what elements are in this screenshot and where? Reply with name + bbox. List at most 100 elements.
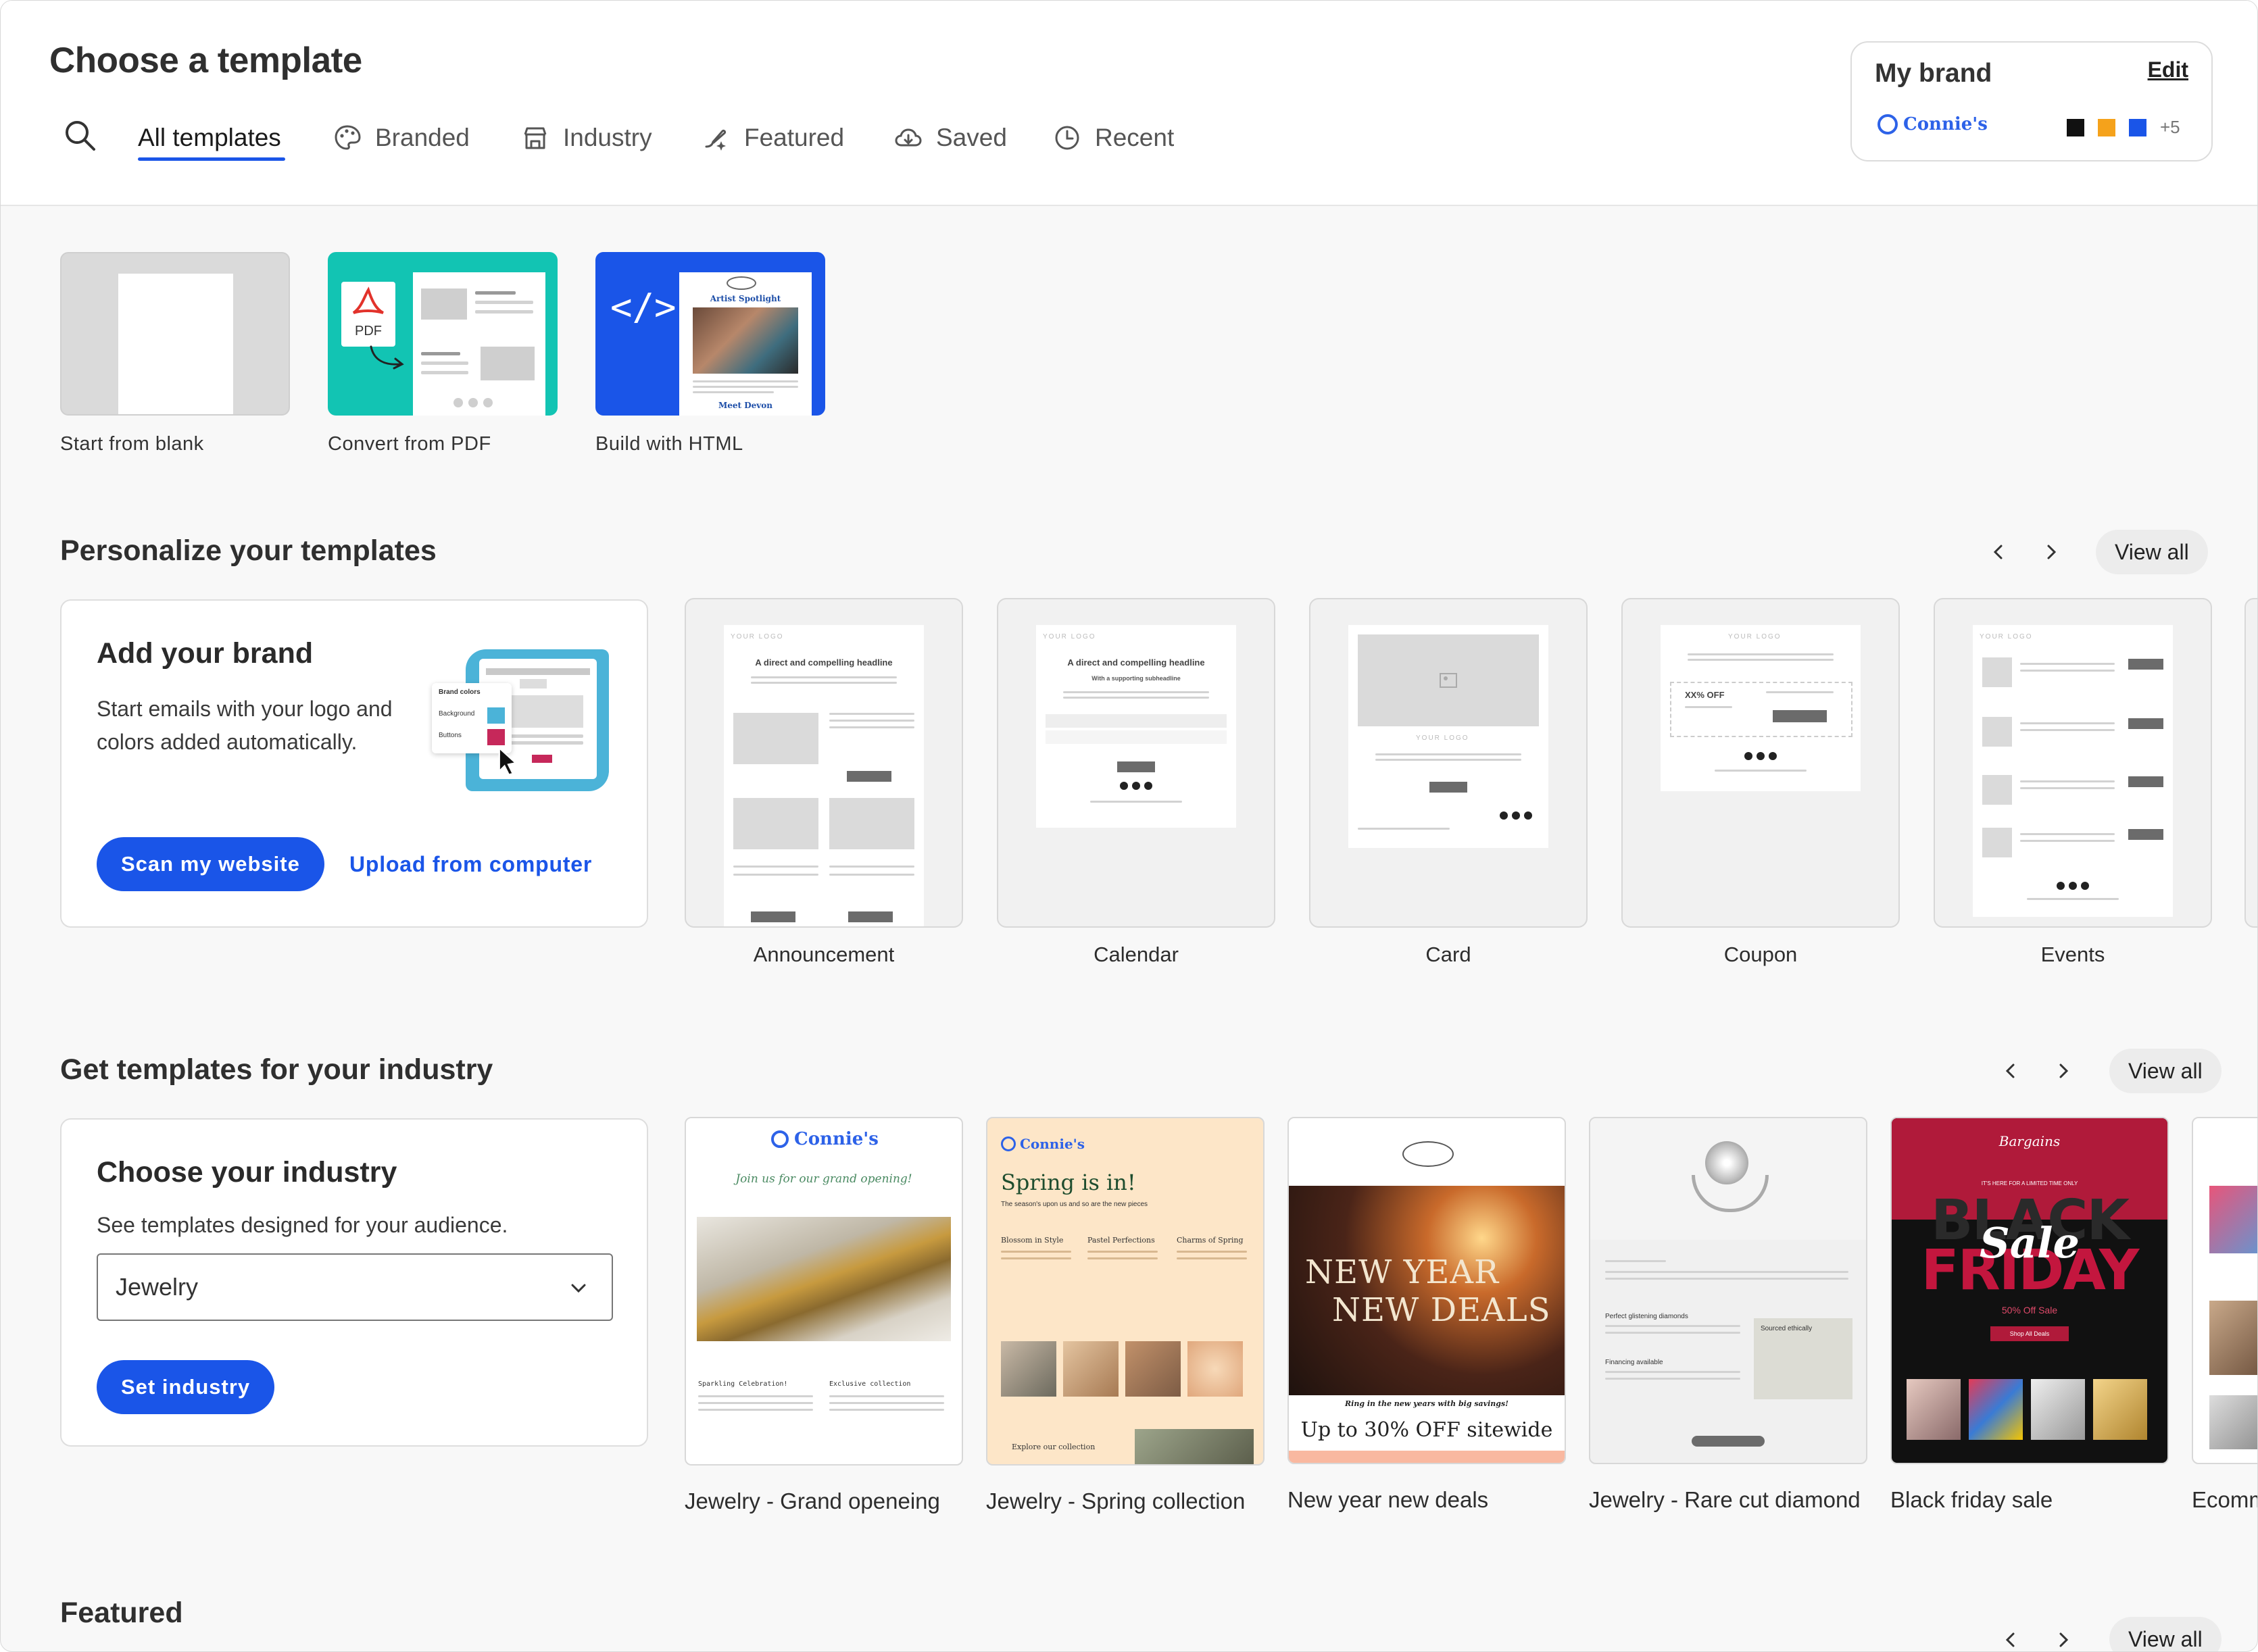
template-thumbnail (2192, 1117, 2257, 1464)
template-headline: A direct and compelling headline (1067, 657, 1205, 668)
illus-background: Background (439, 710, 475, 718)
industry-template-black-friday[interactable]: Bargains IT'S HERE FOR A LIMITED TIME ON… (1890, 1117, 2169, 1513)
tab-label: Recent (1095, 124, 1175, 151)
convert-from-pdf-card[interactable]: PDF Convert from PDF (328, 252, 558, 455)
industry-select-value: Jewelry (116, 1273, 199, 1301)
logo-placeholder: YOUR LOGO (1980, 633, 2033, 641)
starter-label: Build with HTML (595, 433, 743, 455)
industry-select[interactable]: Jewelry (97, 1253, 613, 1321)
search-icon (66, 121, 95, 151)
template-paper: YOUR LOGO (1973, 625, 2173, 917)
search-button[interactable] (63, 118, 97, 152)
template-chooser: Choose a template All templates Branded … (0, 0, 2258, 1652)
template-thumbnail: YOUR LOGO A direct and compelling headli… (685, 598, 963, 928)
template-card-announcement[interactable]: YOUR LOGO A direct and compelling headli… (685, 598, 963, 967)
hero-image (697, 1217, 951, 1341)
brand-color-swatch (2067, 118, 2084, 136)
template-card-events[interactable]: YOUR LOGO Events (1934, 598, 2212, 967)
industry-template-grand-opening[interactable]: Connie's Join us for our grand opening! … (685, 1117, 963, 1514)
template-thumbnail: YOUR LOGO (1309, 598, 1588, 928)
chevron-right-icon (2047, 545, 2057, 559)
industry-template-new-year[interactable]: NEW YEAR NEW DEALS Ring in the new years… (1287, 1117, 1566, 1513)
palette-icon (335, 125, 361, 150)
industry-template-spring-collection[interactable]: Connie's Spring is in! The season's upon… (986, 1117, 1265, 1514)
template-card-card[interactable]: YOUR LOGO Card (1309, 598, 1588, 967)
brand-logo-text: Connie's (1903, 114, 1988, 134)
template-thumbnail: Perfect glistening diamonds Financing av… (1589, 1117, 1867, 1464)
product-tile (2093, 1379, 2147, 1440)
cursor-icon (498, 747, 518, 776)
start-from-blank-card[interactable]: Start from blank (60, 252, 290, 455)
pdf-badge: PDF (355, 324, 382, 339)
active-tab-indicator (138, 157, 285, 161)
upload-from-computer-link[interactable]: Upload from computer (349, 852, 592, 877)
personalize-view-all-button[interactable]: View all (2096, 530, 2208, 574)
tab-label: Industry (563, 124, 652, 151)
choose-industry-title: Choose your industry (97, 1156, 397, 1188)
tab-featured[interactable]: Featured (702, 117, 844, 159)
scan-my-website-button[interactable]: Scan my website (97, 837, 324, 891)
preview-footer: Meet Devon (718, 401, 772, 410)
sparkle-brush-icon (705, 129, 727, 151)
template-thumbnail: YOUR LOGO A direct and compelling headli… (997, 598, 1275, 928)
brand-colors-popover: Brand colors Background Buttons (432, 683, 512, 753)
more-colors-count: +5 (2160, 117, 2180, 137)
edit-brand-link[interactable]: Edit (2148, 57, 2188, 82)
tab-industry[interactable]: Industry (521, 117, 652, 159)
logo-text: Connie's (1020, 1136, 1085, 1152)
choose-industry-text: See templates designed for your audience… (97, 1213, 508, 1237)
industry-next-button[interactable] (2043, 1051, 2084, 1091)
chevron-down-icon (571, 1284, 586, 1293)
tab-branded[interactable]: Branded (333, 117, 470, 159)
cloud-download-icon (895, 128, 922, 147)
personalize-next-button[interactable] (2031, 532, 2071, 572)
shop-deals-button: Shop All Deals (1990, 1326, 2069, 1341)
image-placeholder-icon (1440, 673, 1457, 688)
set-industry-button[interactable]: Set industry (97, 1360, 275, 1414)
template-label: Calendar (1094, 943, 1179, 966)
spring-footer: Explore our collection (1012, 1443, 1096, 1451)
featured-view-all-button[interactable]: View all (2109, 1617, 2222, 1651)
tab-label: Branded (375, 124, 470, 151)
featured-prev-button[interactable] (1990, 1620, 2031, 1651)
template-label: Coupon (1723, 943, 1798, 966)
diamond-heading-2: Sourced ethically (1761, 1325, 1813, 1332)
industry-template-ecomm[interactable]: Ecomm (2192, 1117, 2257, 1513)
photo-tile (1063, 1341, 1119, 1397)
photo-tile (1187, 1341, 1243, 1397)
new-year-line-1: NEW YEAR (1305, 1253, 1500, 1291)
industry-prev-button[interactable] (1990, 1051, 2031, 1091)
personalize-prev-button[interactable] (1978, 532, 2019, 572)
ecomm-photo (2209, 1395, 2257, 1449)
my-brand-card: My brand Edit Connie's +5 (1850, 41, 2213, 161)
template-card-coupon[interactable]: YOUR LOGO XX% OFF Coupon (1621, 598, 1900, 967)
header: Choose a template All templates Branded … (1, 1, 2257, 206)
tab-all-templates[interactable]: All templates (138, 117, 281, 159)
ecomm-photo (2209, 1301, 2257, 1375)
template-thumbnail: Bargains IT'S HERE FOR A LIMITED TIME ON… (1890, 1117, 2169, 1464)
template-label: Jewelry - Grand openeing (685, 1488, 940, 1513)
starter-label: Convert from PDF (328, 433, 491, 455)
brand-color-swatch (2098, 118, 2115, 136)
template-card-partial[interactable] (2244, 598, 2257, 928)
template-thumbnail: YOUR LOGO (1934, 598, 2212, 928)
tab-label: Featured (744, 124, 845, 151)
tab-recent[interactable]: Recent (1053, 117, 1174, 159)
spring-headline: Spring is in! (1001, 1170, 1136, 1195)
tab-saved[interactable]: Saved (894, 117, 1007, 159)
page-title: Choose a template (49, 41, 362, 80)
accent-strip (1289, 1451, 1565, 1463)
featured-next-button[interactable] (2043, 1620, 2084, 1651)
build-with-html-card[interactable]: </> Artist Spotlight Meet Devon Build wi… (595, 252, 825, 455)
add-brand-title: Add your brand (97, 637, 314, 670)
template-card-calendar[interactable]: YOUR LOGO A direct and compelling headli… (997, 598, 1275, 967)
industry-view-all-button[interactable]: View all (2109, 1049, 2222, 1093)
pdf-thumbnail: PDF (328, 252, 558, 416)
photo-tile (1001, 1341, 1056, 1397)
template-thumbnail: Connie's Join us for our grand opening! … (685, 1117, 963, 1466)
new-year-line-2: NEW DEALS (1332, 1291, 1551, 1329)
industry-template-rare-cut-diamond[interactable]: Perfect glistening diamonds Financing av… (1589, 1117, 1867, 1513)
template-label: Ecomm (2192, 1487, 2257, 1512)
sale-script: Sale (1980, 1218, 2080, 1268)
spring-col-3: Charms of Spring (1177, 1236, 1244, 1245)
